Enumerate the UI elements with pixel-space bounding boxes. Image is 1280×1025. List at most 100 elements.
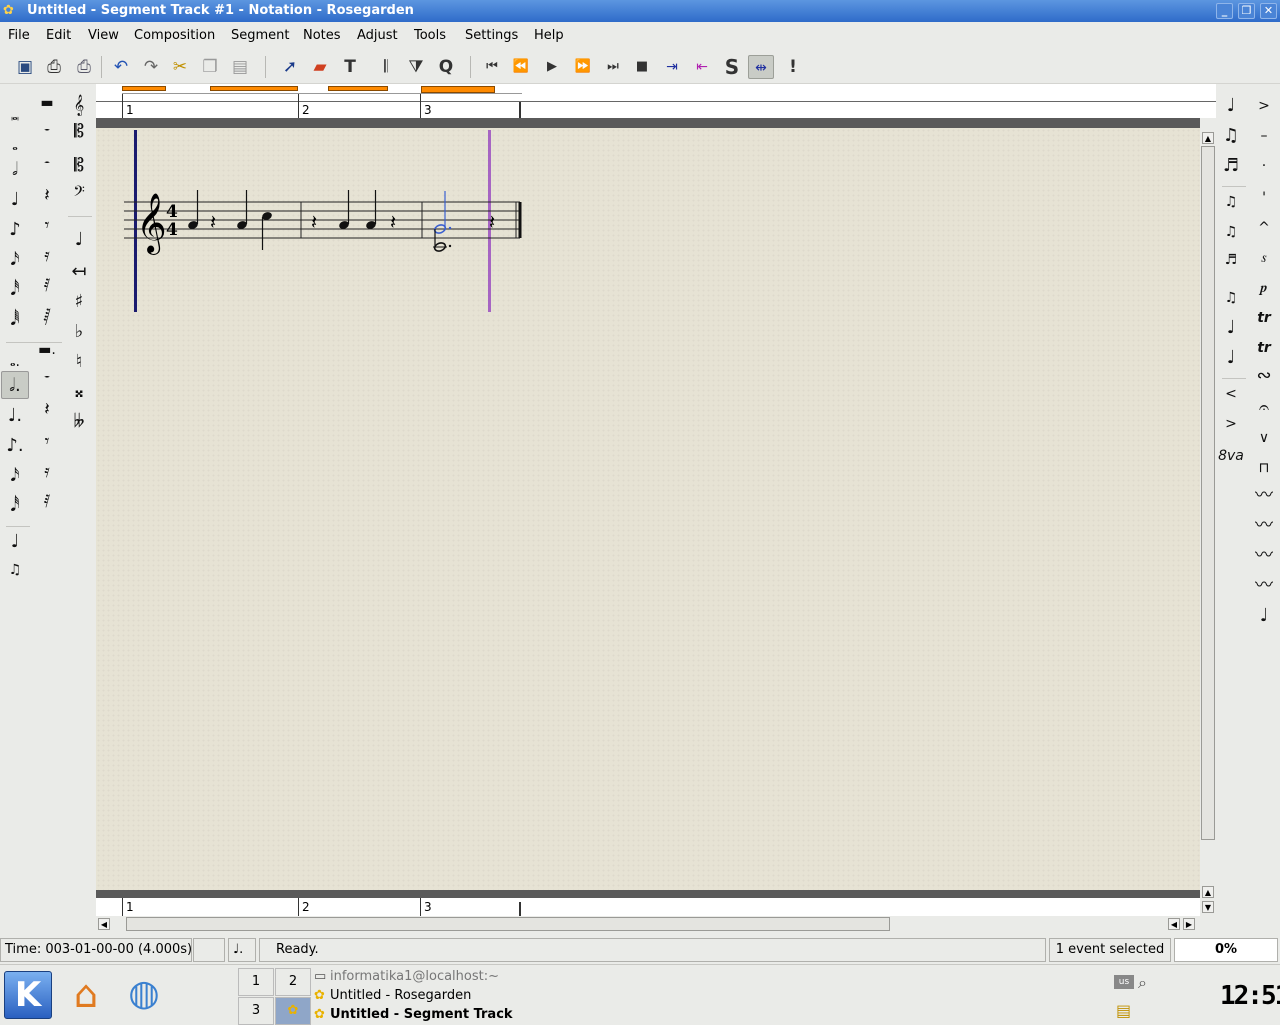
thirty-second-note-icon[interactable]: 𝅘𝅥𝅰: [1, 276, 29, 304]
menu-edit[interactable]: Edit: [46, 28, 71, 43]
print-preview-icon[interactable]: ⎙: [41, 55, 67, 79]
crescendo-icon[interactable]: <: [1217, 380, 1245, 408]
maximize-button[interactable]: ❐: [1238, 3, 1255, 19]
marcato-icon[interactable]: ^: [1250, 214, 1278, 242]
double-sharp-icon[interactable]: 𝄪: [65, 378, 93, 406]
follow-accidental-icon[interactable]: ↤: [65, 258, 93, 286]
dotted-whole-rest-icon[interactable]: 𝄻: [33, 366, 61, 394]
fast-forward-icon[interactable]: ⏩: [570, 55, 596, 79]
eighth-note-icon[interactable]: ♪: [1, 216, 29, 244]
sixteenth-rest-icon[interactable]: 𝄿: [33, 242, 61, 270]
thirty-second-rest-icon[interactable]: 𝅀: [33, 272, 61, 300]
tenuto-icon[interactable]: –: [1250, 122, 1278, 150]
sixty-fourth-rest-icon[interactable]: 𝅁: [33, 302, 61, 330]
keyboard-layout-indicator[interactable]: us: [1114, 975, 1134, 989]
half-rest-icon[interactable]: 𝄼: [33, 150, 61, 178]
fermata-icon[interactable]: 𝄐: [1250, 394, 1278, 422]
desktop-4-active[interactable]: ✿: [275, 997, 311, 1025]
sixteenth-note-icon[interactable]: 𝅘𝅥𝅯: [1, 246, 29, 274]
alto-clef-icon[interactable]: 𝄡: [65, 118, 93, 146]
menu-notes[interactable]: Notes: [303, 28, 341, 43]
eighth-rest-icon[interactable]: 𝄾: [33, 212, 61, 240]
grace-note-slash-icon[interactable]: ♩: [1217, 92, 1245, 120]
stop-icon[interactable]: ■: [629, 55, 655, 79]
up-bow-icon[interactable]: ∨: [1250, 424, 1278, 452]
erase-tool-icon[interactable]: ▰: [307, 55, 333, 79]
natural-icon[interactable]: ♮: [65, 348, 93, 376]
desktop-3[interactable]: 3: [238, 997, 274, 1025]
chord-icon[interactable]: ♫: [1217, 284, 1245, 312]
quarter-rest[interactable]: 𝄽: [311, 210, 317, 234]
segment-preview-selected[interactable]: [421, 86, 495, 93]
decrescendo-icon[interactable]: >: [1217, 410, 1245, 438]
save-icon[interactable]: ▣: [12, 55, 38, 79]
scroll-up-icon[interactable]: ▲: [1202, 132, 1214, 144]
dotted-thirty-second-rest-icon[interactable]: 𝅀: [33, 488, 61, 516]
loop-end-icon[interactable]: ⇤: [689, 55, 715, 79]
note[interactable]: [236, 190, 248, 230]
horizontal-scroll-thumb[interactable]: [126, 917, 890, 931]
down-bow-icon[interactable]: ⊓: [1250, 454, 1278, 482]
notation-canvas[interactable]: 𝄞 4 4 𝄽 𝄽 𝄽 𝄽: [96, 118, 1200, 890]
scroll-down-icon[interactable]: ▼: [1202, 901, 1214, 913]
select-tool-icon[interactable]: ➚: [277, 55, 303, 79]
long-inverted-mordent-icon[interactable]: 〰: [1250, 572, 1278, 600]
kde-menu-icon[interactable]: K: [4, 971, 52, 1019]
solo-icon[interactable]: S: [719, 55, 745, 79]
bass-clef-icon[interactable]: 𝄢: [65, 180, 93, 208]
task-rosegarden[interactable]: ✿ Untitled - Rosegarden: [314, 986, 471, 1005]
flat-icon[interactable]: ♭: [65, 318, 93, 346]
quarter-rest[interactable]: 𝄽: [489, 210, 495, 234]
tie-icon[interactable]: ♩: [1217, 314, 1245, 342]
menu-composition[interactable]: Composition: [134, 28, 215, 43]
quarter-rest-icon[interactable]: 𝄽: [33, 182, 61, 210]
note[interactable]: [261, 211, 273, 250]
dotted-quarter-rest-icon[interactable]: 𝄽: [33, 396, 61, 424]
treble-clef-icon[interactable]: 𝄞: [65, 92, 93, 120]
dotted-half-note-icon[interactable]: 𝅗𝅥.: [1, 371, 29, 399]
breve-rest-icon[interactable]: ▬: [33, 89, 61, 117]
scroll-up-icon[interactable]: ▲: [1202, 886, 1214, 898]
segment-preview[interactable]: [328, 86, 388, 91]
rewind-icon[interactable]: ⏪: [508, 55, 534, 79]
rinforzando-icon[interactable]: 𝆏: [1250, 274, 1278, 302]
quarter-rest[interactable]: 𝄽: [210, 210, 216, 234]
untie-icon[interactable]: ♩: [1217, 344, 1245, 372]
staccatissimo-icon[interactable]: ': [1250, 184, 1278, 212]
quarter-rest[interactable]: 𝄽: [390, 210, 396, 234]
menu-segment[interactable]: Segment: [231, 28, 290, 43]
grace-note-icon[interactable]: ♩: [1, 528, 29, 556]
tenor-clef-icon[interactable]: 𝄡: [65, 152, 93, 180]
loop-start-icon[interactable]: ⇥: [659, 55, 685, 79]
segment-preview[interactable]: [210, 86, 298, 91]
staccato-icon[interactable]: ·: [1250, 152, 1278, 180]
play-icon[interactable]: ▶: [539, 55, 565, 79]
scroll-to-follow-icon[interactable]: ⇹: [748, 55, 774, 79]
octave-icon[interactable]: 8va: [1217, 442, 1245, 470]
dotted-thirty-second-note-icon[interactable]: 𝅘𝅥𝅰: [1, 492, 29, 520]
half-note-icon[interactable]: 𝅗𝅥: [1, 156, 29, 184]
triplet-icon[interactable]: ♫: [1, 556, 29, 584]
beam-sixteenth-icon[interactable]: ♬: [1217, 152, 1245, 180]
segment-preview[interactable]: [122, 86, 166, 91]
rosegarden-app-icon[interactable]: ✿: [3, 2, 17, 19]
quantize-icon[interactable]: Q: [433, 55, 459, 79]
scroll-left-icon[interactable]: ◀: [98, 918, 110, 930]
dotted-eighth-note-icon[interactable]: ♪.: [1, 432, 29, 460]
tuplet-icon[interactable]: ♫: [1217, 188, 1245, 216]
note[interactable]: [187, 190, 199, 230]
rewind-to-start-icon[interactable]: ⏮: [479, 55, 505, 79]
scroll-left-icon[interactable]: ◀: [1168, 918, 1180, 930]
quarter-note-icon[interactable]: ♩: [1, 186, 29, 214]
redo-icon[interactable]: ↷: [138, 55, 164, 79]
horizontal-scrollbar[interactable]: ◀ ◀ ▶: [96, 916, 1216, 932]
menu-tools[interactable]: Tools: [414, 28, 446, 43]
task-segment-track[interactable]: ✿ Untitled - Segment Track: [314, 1005, 514, 1024]
slur-group-icon[interactable]: ♬: [1217, 246, 1245, 274]
long-trill-icon[interactable]: tr: [1250, 334, 1278, 362]
turn-icon[interactable]: ∾: [1250, 362, 1278, 390]
bar-ruler-top[interactable]: 1 2 3: [96, 84, 1216, 118]
task-terminal[interactable]: ▭ informatika1@localhost:~: [314, 967, 499, 986]
panic-icon[interactable]: !: [780, 55, 806, 79]
filter-icon[interactable]: ⧩: [403, 55, 429, 79]
